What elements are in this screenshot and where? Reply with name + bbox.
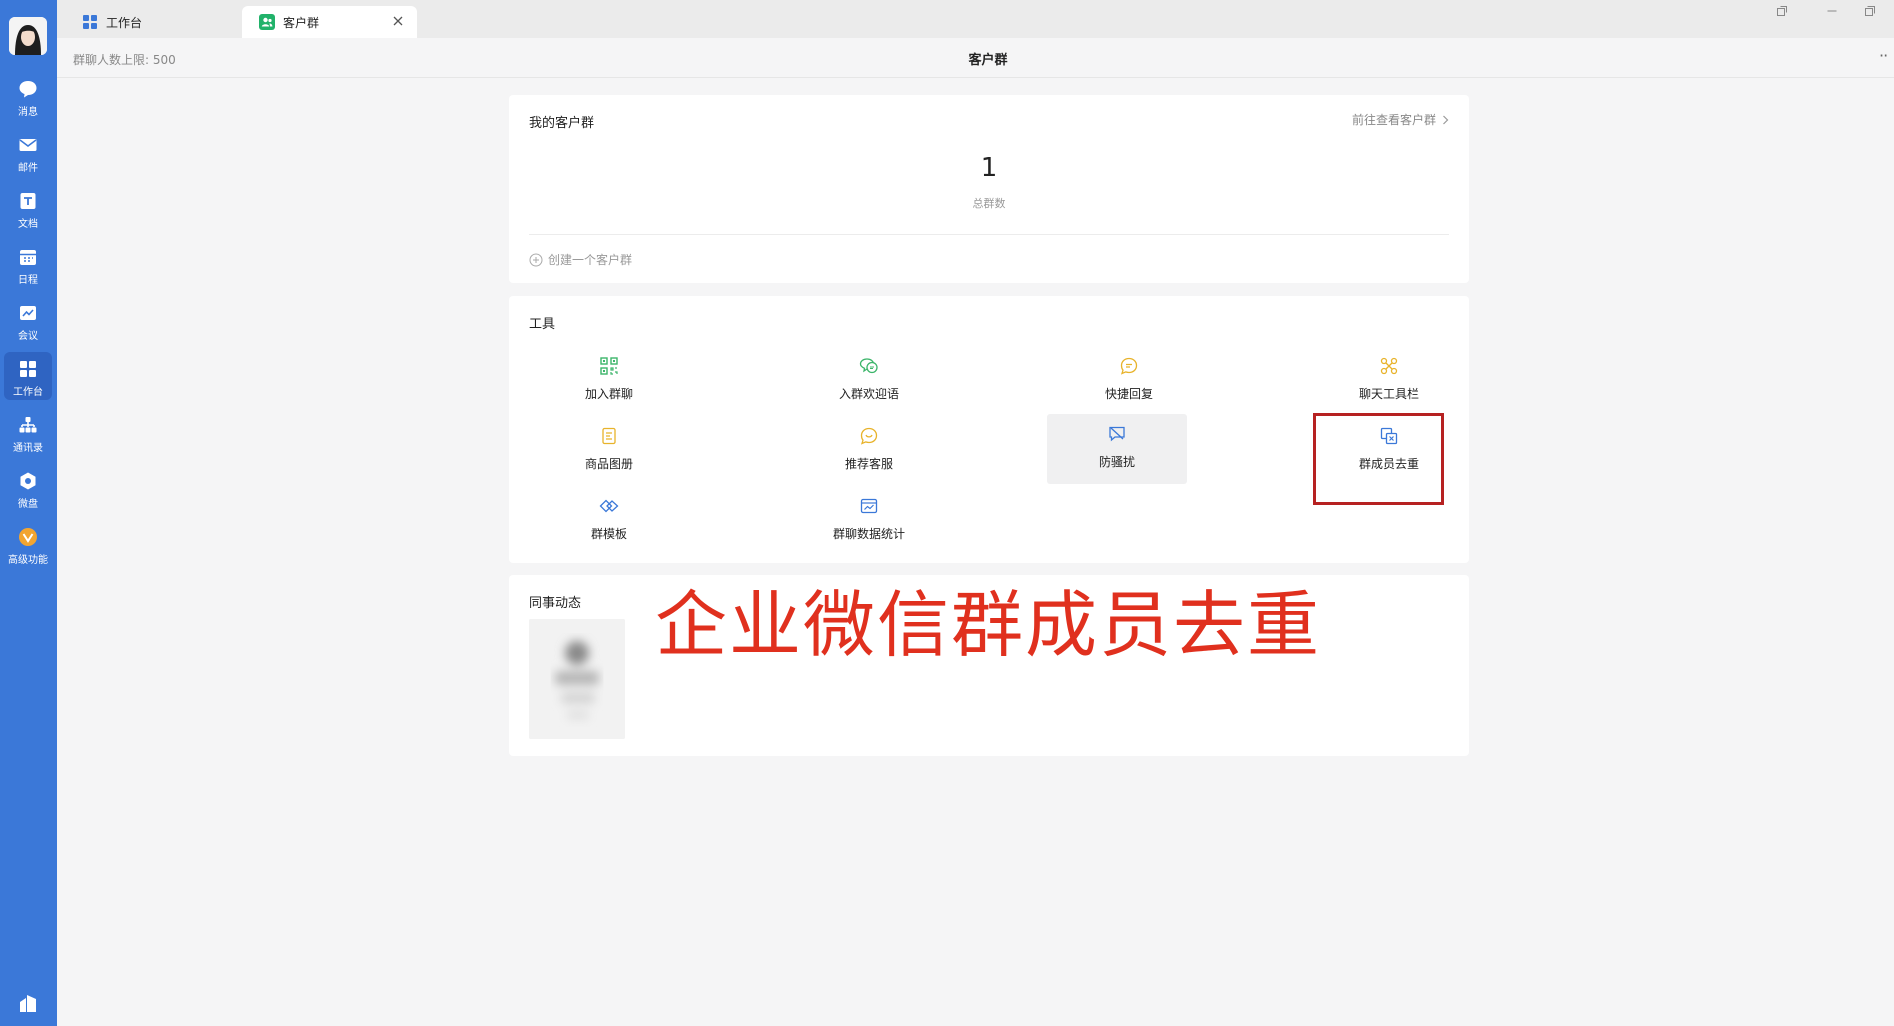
tool-label: 推荐客服	[844, 457, 893, 471]
total-group-caption: 总群数	[972, 197, 1006, 210]
colleague-feed-title: 同事动态	[529, 596, 582, 611]
divider	[529, 234, 1449, 235]
more-menu-button[interactable]: ··	[1879, 46, 1888, 65]
welcome-chat-icon	[859, 358, 878, 374]
sidebar-item-label: 通讯录	[13, 443, 43, 454]
sidebar-item-label: 邮件	[18, 163, 38, 174]
sidebar-item-docs[interactable]: 文档	[4, 184, 52, 232]
workbench-icon	[20, 361, 36, 377]
tool-anti-harassment[interactable]: 防骚扰	[1047, 414, 1187, 484]
tool-label: 防骚扰	[1098, 455, 1135, 469]
sidebar-item-label: 工作台	[13, 387, 43, 398]
restore-window-icon[interactable]	[1863, 4, 1877, 18]
enterprise-icon[interactable]	[16, 992, 40, 1016]
sidebar-item-label: 消息	[18, 107, 38, 118]
sidebar-item-premium[interactable]: 高级功能	[4, 520, 52, 568]
overlay-caption: 企业微信群成员去重	[655, 583, 1322, 667]
sidebar-item-label: 微盘	[18, 499, 38, 510]
tool-label: 快捷回复	[1104, 387, 1153, 401]
contacts-icon	[19, 417, 37, 433]
total-group-count: 1	[980, 153, 998, 183]
view-groups-link[interactable]: 前往查看客户群	[1352, 111, 1449, 128]
sidebar-item-label: 日程	[18, 275, 38, 286]
highlight-frame	[1313, 413, 1444, 505]
sidebar-item-meeting[interactable]: 会议	[4, 296, 52, 344]
blurred-image	[529, 619, 625, 739]
group-template-icon	[599, 499, 619, 513]
create-group-label: 创建一个客户群	[548, 253, 633, 267]
recommend-service-icon	[860, 427, 878, 445]
qr-code-icon	[600, 357, 618, 375]
close-icon[interactable]	[391, 14, 405, 28]
sidebar-item-messages[interactable]: 消息	[4, 72, 52, 120]
sidebar-item-contacts[interactable]: 通讯录	[4, 408, 52, 456]
tool-label: 商品图册	[584, 457, 633, 471]
avatar[interactable]	[9, 17, 47, 55]
left-sidebar: 消息 邮件 文档 日程 会议 工作台 通讯录 微盘 高级功能	[0, 0, 57, 1026]
tab-label: 客户群	[283, 15, 320, 30]
tab-label: 工作台	[106, 15, 143, 30]
my-groups-card: 我的客户群 前往查看客户群 1 总群数 创建一个客户群	[509, 95, 1469, 283]
tab-workbench[interactable]: 工作台	[65, 6, 245, 38]
tool-quick-reply[interactable]: 快捷回复	[1059, 346, 1199, 416]
tab-bar: 工作台 客户群	[57, 0, 1894, 38]
group-stats-icon	[860, 498, 878, 514]
sidebar-item-label: 会议	[18, 331, 38, 342]
tool-label: 群聊数据统计	[832, 527, 905, 541]
avatar-image	[9, 17, 47, 55]
pin-window-icon[interactable]	[1775, 4, 1789, 18]
tool-group-template[interactable]: 群模板	[539, 486, 679, 556]
anti-harass-icon	[1109, 426, 1125, 442]
tool-label: 入群欢迎语	[838, 387, 899, 401]
view-groups-label: 前往查看客户群	[1351, 113, 1436, 127]
tool-label: 群模板	[590, 527, 627, 541]
add-circle-icon	[529, 253, 543, 266]
tool-recommend-service[interactable]: 推荐客服	[799, 416, 939, 486]
customer-group-tab-icon	[259, 14, 275, 30]
minimize-icon[interactable]	[1825, 4, 1839, 18]
sidebar-item-label: 高级功能	[8, 555, 48, 566]
chevron-right-icon	[1443, 115, 1449, 124]
sidebar-item-mail[interactable]: 邮件	[4, 128, 52, 176]
tool-chat-toolbar[interactable]: 聊天工具栏	[1319, 346, 1459, 416]
tool-group-stats[interactable]: 群聊数据统计	[799, 486, 939, 556]
page-title: 客户群	[968, 53, 1008, 68]
my-groups-title: 我的客户群	[529, 116, 595, 131]
premium-icon	[19, 528, 37, 546]
document-icon	[20, 193, 36, 209]
sidebar-item-workbench[interactable]: 工作台	[4, 352, 52, 400]
create-group-button[interactable]: 创建一个客户群	[529, 251, 632, 268]
mail-icon	[19, 139, 37, 151]
calendar-icon	[20, 250, 36, 265]
quick-reply-icon	[1120, 357, 1138, 375]
page-header: 群聊人数上限: 500 客户群 ··	[57, 38, 1894, 78]
feed-thumbnail[interactable]	[529, 619, 625, 739]
chat-toolbar-icon	[1380, 357, 1398, 375]
tool-label: 加入群聊	[584, 387, 633, 401]
tool-label: 聊天工具栏	[1358, 387, 1419, 401]
drive-icon	[20, 472, 36, 490]
tools-title: 工具	[529, 317, 556, 332]
sidebar-item-calendar[interactable]: 日程	[4, 240, 52, 288]
sidebar-item-drive[interactable]: 微盘	[4, 464, 52, 512]
workbench-tab-icon	[83, 15, 97, 29]
chat-bubble-icon	[19, 81, 37, 98]
tool-welcome-message[interactable]: 入群欢迎语	[799, 346, 939, 416]
tab-customer-group[interactable]: 客户群	[242, 6, 417, 38]
sidebar-item-label: 文档	[18, 219, 38, 230]
product-album-icon	[602, 427, 616, 445]
meeting-icon	[20, 306, 36, 320]
tool-join-group[interactable]: 加入群聊	[539, 346, 679, 416]
tool-product-album[interactable]: 商品图册	[539, 416, 679, 486]
